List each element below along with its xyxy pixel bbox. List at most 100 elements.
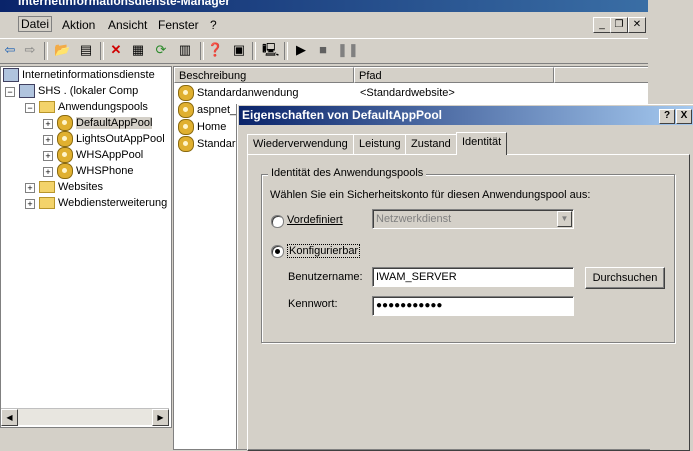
web-app-icon [178,136,194,153]
password-input[interactable]: ●●●●●●●●●●● [372,296,574,316]
column-header-pfad[interactable]: Pfad [354,67,554,83]
app-pool-icon [57,147,73,164]
tree-app-pools-label: Anwendungspools [58,101,148,113]
expander-pool-2[interactable]: + [43,151,53,161]
main-window-title: Internetinformationsdienste-Manager [18,0,231,8]
play-icon[interactable]: ▶ [293,42,309,58]
help-icon[interactable]: ❓ [207,42,223,58]
list-item[interactable]: Home [178,119,226,136]
delete-icon[interactable]: ✕ [108,42,124,58]
tree-pool-lightsout[interactable]: LightsOutAppPool [57,131,165,148]
expander-webservice-ext[interactable]: + [25,199,35,209]
predefined-label: Vordefiniert [287,214,343,226]
tree-pane: Internetinformationsdienste − SHS . (lok… [0,66,172,428]
dialog-help-button[interactable]: ? [659,109,675,124]
menu-help[interactable]: ? [210,18,217,32]
predefined-radio[interactable] [271,215,284,228]
column-header-beschreibung[interactable]: Beschreibung [174,67,354,83]
list-item-path: <Standardwebsite> [360,87,455,99]
mdi-minimize-button[interactable]: _ [593,17,611,33]
up-folder-icon[interactable]: 📂 [54,42,70,58]
list-item-name: Home [197,121,227,133]
tree-horizontal-scrollbar[interactable]: ◀ ▶ [1,408,169,426]
stop-icon[interactable]: ■ [315,42,331,58]
predefined-account-select: Netzwerkdienst ▼ [372,209,574,229]
list-item[interactable]: aspnet_c [178,102,242,119]
dialog-close-button[interactable]: X [676,109,692,124]
tree-webservice-ext[interactable]: Webdiensterweiterung [39,195,167,211]
list-item[interactable]: Standar [178,136,236,153]
app-pool-icon [57,131,73,148]
tree-pool-whsapppool[interactable]: WHSAppPool [57,147,144,164]
column-header-empty [554,67,649,83]
expander-websites[interactable]: + [25,183,35,193]
list-item-name: aspnet_c [197,104,242,116]
menu-datei[interactable]: Datei [18,16,53,32]
list-item-name: Standar [197,138,236,150]
tree-server[interactable]: SHS . (lokaler Comp [19,83,138,99]
tree-pool-label: WHSPhone [76,165,134,177]
menu-ansicht[interactable]: Ansicht [108,18,147,32]
scroll-right-icon[interactable]: ▶ [152,409,169,426]
tree-pool-label: WHSAppPool [76,149,144,161]
username-input[interactable]: IWAM_SERVER [372,267,574,287]
browse-button[interactable]: Durchsuchen [585,267,665,289]
app-pool-icon [57,115,73,132]
instruction-text: Wählen Sie ein Sicherheitskonto für dies… [270,189,591,201]
tree-root[interactable]: Internetinformationsdienste [3,67,155,83]
tree-pool-whsphone[interactable]: WHSPhone [57,163,134,180]
iis-icon [3,68,19,83]
tree-websites-label: Websites [58,181,104,193]
tab-zustand[interactable]: Zustand [405,134,457,155]
dialog-title-bar: Eigenschaften von DefaultAppPool ? X [239,106,693,125]
menu-fenster[interactable]: Fenster [158,18,199,32]
main-title-bar: Internetinformationsdienste-Manager [0,0,648,12]
forward-arrow-icon[interactable]: ⇨ [22,42,38,58]
tree-websites[interactable]: Websites [39,179,103,195]
web-app-icon [178,85,194,102]
properties-icon[interactable]: ▦ [130,42,146,58]
tab-wiederverwendung[interactable]: Wiederverwendung [247,134,354,155]
scroll-left-icon[interactable]: ◀ [1,409,18,426]
expander-pool-3[interactable]: + [43,167,53,177]
folder-icon [39,181,55,194]
expander-app-pools[interactable]: − [25,103,35,113]
expander-pool-1[interactable]: + [43,135,53,145]
configurable-radio[interactable] [271,245,284,258]
expander-server[interactable]: − [5,87,15,97]
tab-identitaet[interactable]: Identität [456,132,508,155]
tree-pool-defaultapppool[interactable]: DefaultAppPool [57,115,153,132]
tree-pool-label: DefaultAppPool [76,117,153,129]
expander-pool-0[interactable]: + [43,119,53,129]
identity-group-label: Identität des Anwendungspools [268,167,427,179]
tree-webservice-ext-label: Webdiensterweiterung [58,197,168,209]
export-list-icon[interactable]: ▥ [177,42,193,58]
list-item-name: Standardanwendung [197,87,299,99]
configurable-label: Konfigurierbar [287,244,361,258]
tree-root-label: Internetinformationsdienste [22,69,155,81]
web-app-icon [178,119,194,136]
mdi-restore-button[interactable]: ❐ [610,17,628,33]
predefined-account-value: Netzwerkdienst [376,213,452,225]
folder-icon [39,101,55,114]
server-icon [19,84,35,99]
list-item[interactable]: Standardanwendung [178,85,299,102]
predefined-label-text: Vordefiniert [287,214,343,226]
tree-app-pools[interactable]: Anwendungspools [39,99,148,115]
menu-aktion[interactable]: Aktion [62,18,95,32]
username-label: Benutzername: [288,271,363,283]
dialog-title: Eigenschaften von DefaultAppPool [242,108,443,122]
refresh-icon[interactable]: ⟳ [153,42,169,58]
computer-icon[interactable]: 🖳 [262,42,279,58]
tab-leistung[interactable]: Leistung [353,134,407,155]
mdi-close-button[interactable]: ✕ [628,17,646,33]
menu-bar: Datei Aktion Ansicht Fenster ? [0,14,648,36]
toolbar: ⇦ ⇨ 📂 ▤ ✕ ▦ ⟳ ▥ ❓ ▣ 🖳 ▶ ■ ❚❚ [0,38,648,64]
password-label: Kennwort: [288,298,338,310]
app-pool-icon [57,163,73,180]
console-icon[interactable]: ▣ [231,42,247,58]
web-app-icon [178,102,194,119]
pause-icon[interactable]: ❚❚ [337,42,359,58]
show-tree-icon[interactable]: ▤ [78,42,94,58]
back-arrow-icon[interactable]: ⇦ [2,42,18,58]
